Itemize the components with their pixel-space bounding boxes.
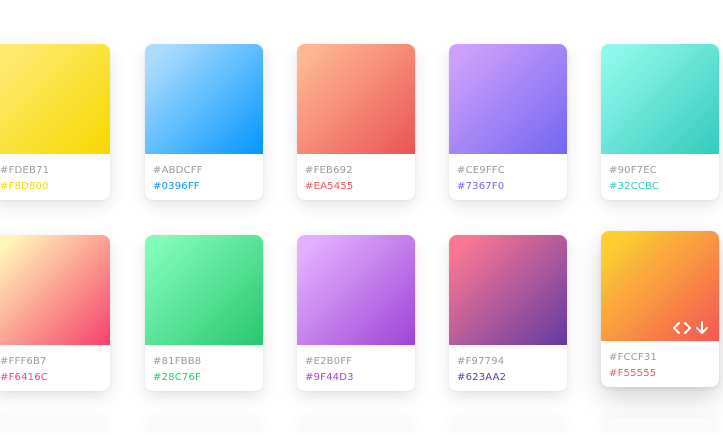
gradient-swatch[interactable] <box>0 235 110 345</box>
next-row-card-edge <box>601 418 719 432</box>
color-end-hex[interactable]: #F8D800 <box>0 181 49 193</box>
palette-card[interactable]: #F97794 #623AA2 <box>449 235 567 391</box>
palette-card[interactable]: #81FBB8 #28C76F <box>145 235 263 391</box>
color-start-hex[interactable]: #F97794 <box>457 356 504 368</box>
color-start-hex[interactable]: #FCCF31 <box>609 352 657 364</box>
next-row-card-edge <box>145 418 263 432</box>
gradient-swatch[interactable] <box>601 44 719 154</box>
code-icon[interactable] <box>673 321 691 335</box>
color-start-hex[interactable]: #90F7EC <box>609 165 657 177</box>
color-start-hex[interactable]: #ABDCFF <box>153 165 203 177</box>
palette-card[interactable]: #E2B0FF #9F44D3 <box>297 235 415 391</box>
color-end-hex[interactable]: #7367F0 <box>457 181 504 193</box>
color-start-hex[interactable]: #E2B0FF <box>305 356 352 368</box>
next-row-card-edge <box>449 418 567 432</box>
palette-card[interactable]: #FEB692 #EA5455 <box>297 44 415 200</box>
color-end-hex[interactable]: #32CCBC <box>609 181 659 193</box>
color-end-hex[interactable]: #F55555 <box>609 368 656 380</box>
color-end-hex[interactable]: #623AA2 <box>457 372 506 384</box>
palette-card[interactable]: #90F7EC #32CCBC <box>601 44 719 200</box>
card-actions <box>673 321 709 335</box>
palette-card-hovered[interactable]: #FCCF31 #F55555 <box>601 231 719 387</box>
gradient-swatch[interactable] <box>145 44 263 154</box>
gradient-swatch[interactable] <box>449 44 567 154</box>
color-start-hex[interactable]: #FEB692 <box>305 165 353 177</box>
gradient-swatch[interactable] <box>297 44 415 154</box>
color-start-hex[interactable]: #FDEB71 <box>0 165 49 177</box>
palette-card[interactable]: #CE9FFC #7367F0 <box>449 44 567 200</box>
next-row-card-edge <box>0 418 110 432</box>
color-start-hex[interactable]: #81FBB8 <box>153 356 201 368</box>
gradient-palette-grid: #FDEB71 #F8D800 #ABDCFF #0396FF #FEB692 … <box>0 0 723 435</box>
color-start-hex[interactable]: #CE9FFC <box>457 165 505 177</box>
palette-card[interactable]: #FFF6B7 #F6416C <box>0 235 110 391</box>
download-icon[interactable] <box>695 321 709 335</box>
palette-card[interactable]: #FDEB71 #F8D800 <box>0 44 110 200</box>
next-row-card-edge <box>297 418 415 432</box>
gradient-swatch[interactable] <box>449 235 567 345</box>
color-end-hex[interactable]: #0396FF <box>153 181 200 193</box>
palette-card[interactable]: #ABDCFF #0396FF <box>145 44 263 200</box>
color-end-hex[interactable]: #9F44D3 <box>305 372 354 384</box>
color-end-hex[interactable]: #28C76F <box>153 372 201 384</box>
gradient-swatch[interactable] <box>145 235 263 345</box>
color-end-hex[interactable]: #EA5455 <box>305 181 353 193</box>
color-end-hex[interactable]: #F6416C <box>0 372 48 384</box>
gradient-swatch[interactable] <box>297 235 415 345</box>
color-start-hex[interactable]: #FFF6B7 <box>0 356 47 368</box>
gradient-swatch[interactable] <box>0 44 110 154</box>
